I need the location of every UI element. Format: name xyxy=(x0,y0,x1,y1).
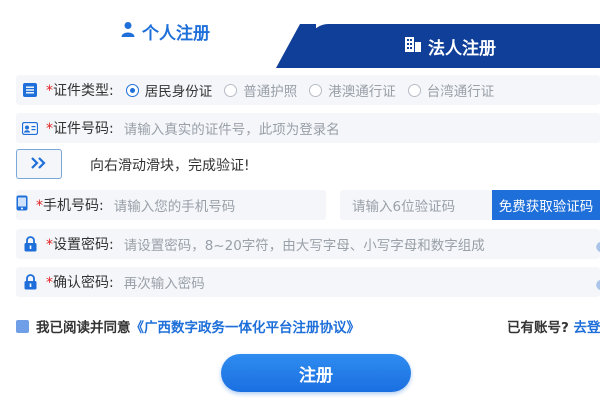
agreement-checkbox[interactable] xyxy=(16,319,29,333)
radio-passport[interactable]: 普通护照 xyxy=(224,80,297,100)
login-text: 已有账号? xyxy=(507,320,569,336)
id-type-row: *证件类型: 居民身份证 普通护照 港澳通行证 台湾通行证 xyxy=(16,75,600,105)
id-number-row[interactable]: *证件号码: 请输入真实的证件号，此项为登录名 xyxy=(16,113,600,143)
sms-code-placeholder: 请输入6位验证码 xyxy=(352,199,456,215)
eye-icon[interactable] xyxy=(592,238,600,252)
register-button[interactable]: 注册 xyxy=(221,354,411,392)
building-icon xyxy=(404,35,422,58)
id-card-icon xyxy=(22,120,38,136)
radio-hk-macau-permit[interactable]: 港澳通行证 xyxy=(309,80,396,100)
confirm-password-label: *确认密码: xyxy=(46,275,114,291)
agreement-link[interactable]: 《广西数字政务一体化平台注册协议》 xyxy=(131,316,361,336)
radio-taiwan-permit[interactable]: 台湾通行证 xyxy=(407,80,494,100)
slider-handle[interactable] xyxy=(16,149,62,179)
phone-icon xyxy=(16,195,28,215)
lock-icon xyxy=(22,236,38,252)
radio-id-card[interactable]: 居民身份证 xyxy=(125,80,212,100)
agreement-row: 我已阅读并同意 《广西数字政务一体化平台注册协议》 xyxy=(16,316,360,336)
id-number-input[interactable]: 请输入真实的证件号，此项为登录名 xyxy=(124,118,340,138)
tab-legal-label: 法人注册 xyxy=(428,38,496,59)
id-type-label: *证件类型: xyxy=(46,83,114,99)
list-icon xyxy=(22,82,38,98)
tab-personal-label: 个人注册 xyxy=(142,23,210,44)
password-row[interactable]: *设置密码: 请设置密码，8~20字符，由大写字母、小写字母和数字组成 xyxy=(16,229,600,259)
get-code-button[interactable]: 免费获取验证码 xyxy=(492,190,600,220)
lock-icon xyxy=(22,274,38,290)
slider-instruction: 向右滑动滑块，完成验证! xyxy=(90,158,250,174)
tab-personal-registration[interactable]: 个人注册 xyxy=(0,0,330,62)
registration-tabs: 个人注册 法人注册 xyxy=(0,0,600,68)
phone-row[interactable]: *手机号码: 请输入您的手机号码 xyxy=(16,190,326,220)
phone-input[interactable]: 请输入您的手机号码 xyxy=(114,195,236,215)
password-label: *设置密码: xyxy=(46,237,114,253)
tab-legal-registration[interactable]: 法人注册 xyxy=(300,24,600,68)
double-chevron-right-icon xyxy=(30,155,48,174)
login-link[interactable]: 去登 xyxy=(574,320,600,336)
user-icon xyxy=(120,21,136,42)
phone-label: *手机号码: xyxy=(36,198,104,214)
password-input[interactable]: 请设置密码，8~20字符，由大写字母、小写字母和数字组成 xyxy=(124,234,485,254)
agreement-text: 我已阅读并同意 xyxy=(36,320,131,336)
login-prompt: 已有账号? 去登 xyxy=(507,316,600,336)
confirm-password-input[interactable]: 再次输入密码 xyxy=(124,272,205,292)
id-number-label: *证件号码: xyxy=(46,121,114,137)
confirm-password-row[interactable]: *确认密码: 再次输入密码 xyxy=(16,267,600,297)
eye-icon[interactable] xyxy=(592,276,600,290)
sms-code-input[interactable]: 请输入6位验证码 xyxy=(340,190,492,220)
